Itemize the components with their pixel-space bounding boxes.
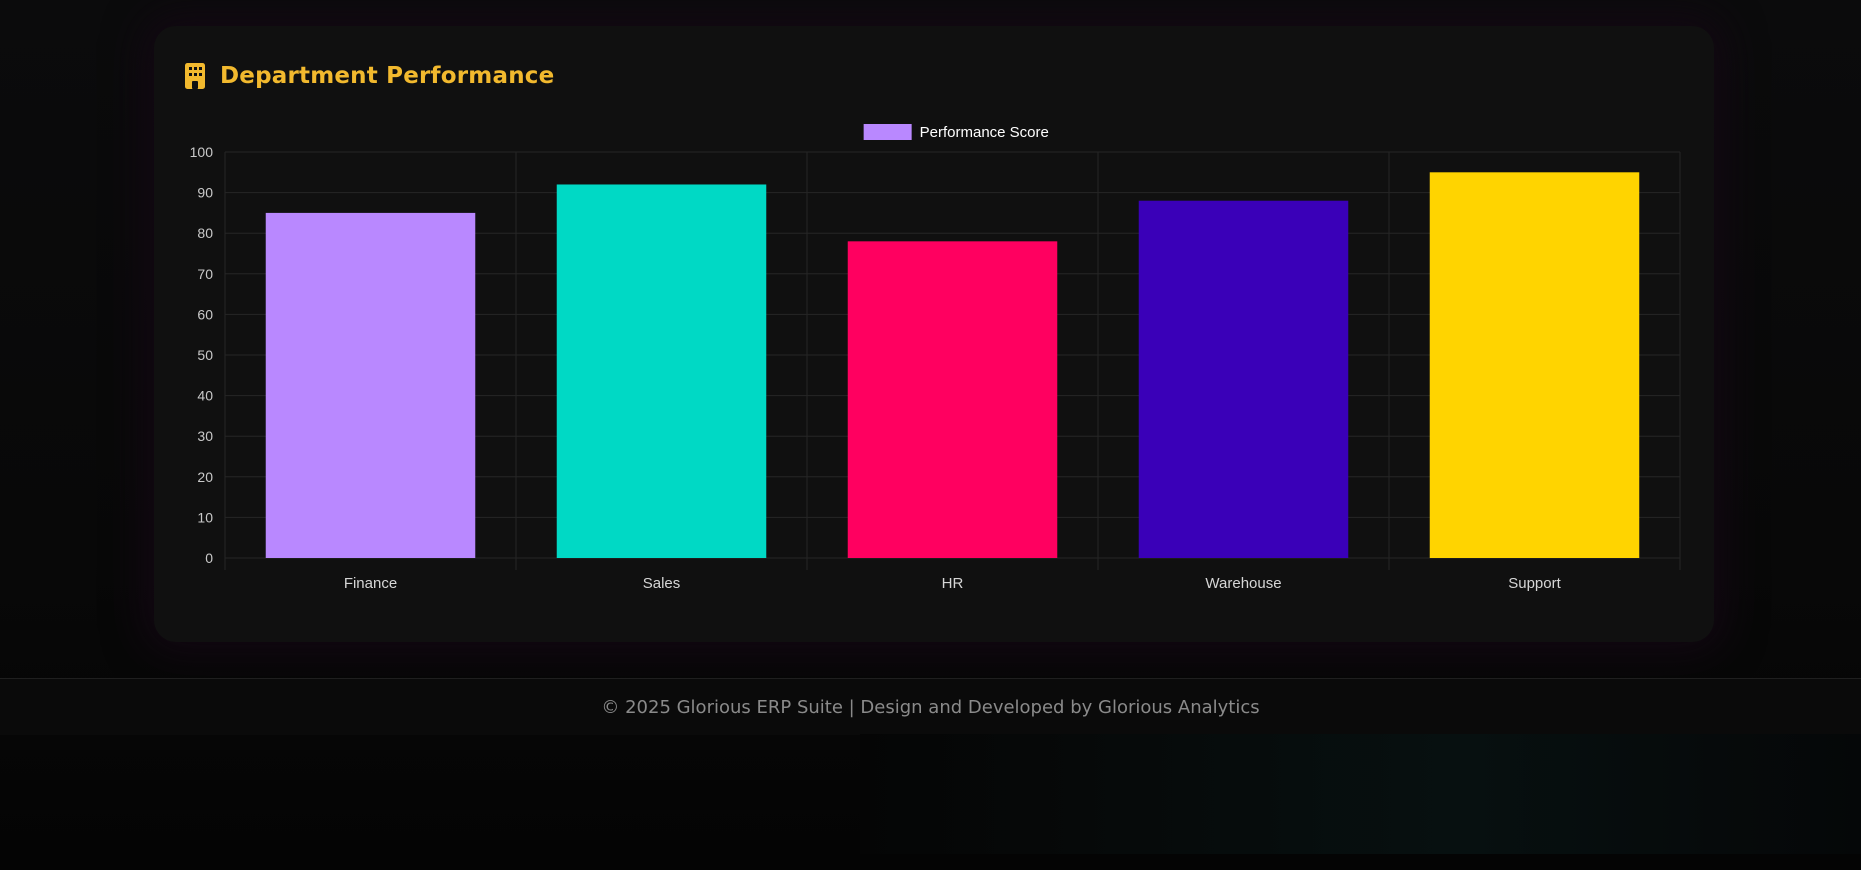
footer-copyright: © 2025 Glorious ERP Suite | Design and D… (601, 696, 1260, 718)
bar-support (1429, 172, 1640, 559)
x-category-label: HR (942, 575, 964, 592)
y-tick-label: 10 (197, 509, 213, 525)
bar-hr (847, 241, 1058, 558)
y-tick-label: 50 (197, 347, 213, 363)
bar-finance (265, 212, 476, 558)
y-tick-label: 60 (197, 306, 213, 322)
page: Department Performance 0 10 20 30 40 50 60 70 80… (0, 0, 1861, 870)
bar-warehouse (1138, 200, 1349, 558)
y-tick-label: 70 (197, 266, 213, 282)
bottom-band (860, 734, 1861, 854)
y-tick-label: 0 (205, 550, 213, 566)
x-category-label: Sales (643, 575, 681, 592)
y-tick-label: 30 (197, 428, 213, 444)
legend-label: Performance Score (920, 124, 1049, 141)
bar-sales (556, 184, 767, 559)
y-tick-label: 20 (197, 469, 213, 485)
x-category-label: Finance (344, 575, 397, 592)
x-category-label: Warehouse (1205, 575, 1281, 592)
legend-swatch (863, 124, 912, 140)
footer: © 2025 Glorious ERP Suite | Design and D… (0, 678, 1861, 735)
y-tick-label: 80 (197, 225, 213, 241)
x-category-label: Support (1508, 575, 1561, 592)
y-tick-label: 40 (197, 388, 213, 404)
y-tick-label: 100 (190, 144, 214, 160)
y-tick-label: 90 (197, 185, 213, 201)
performance-bar-chart: 0 10 20 30 40 50 60 70 80 90 100 Finance Sales HR Ware… (190, 124, 1681, 592)
department-performance-card: Department Performance 0 10 20 30 40 50 60 70 80… (154, 26, 1714, 642)
